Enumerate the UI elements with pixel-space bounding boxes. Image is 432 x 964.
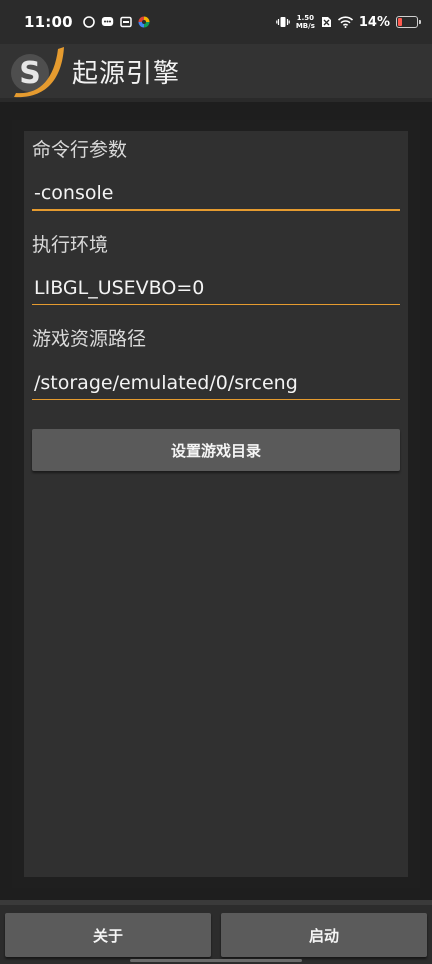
- about-button[interactable]: 关于: [5, 913, 211, 957]
- set-game-dir-button[interactable]: 设置游戏目录: [32, 429, 400, 471]
- content-outer-panel: 命令行参数 执行环境 游戏资源路径 设置游戏目录: [12, 120, 420, 888]
- wifi-icon: [337, 16, 353, 28]
- game-path-input[interactable]: [32, 366, 400, 400]
- cmd-args-label: 命令行参数: [32, 139, 128, 161]
- tray-icon: [120, 16, 132, 28]
- source-engine-logo: S: [8, 43, 66, 99]
- no-sim-icon: [321, 16, 332, 28]
- net-speed-unit: MB/s: [295, 22, 315, 30]
- status-time: 11:00: [24, 13, 73, 31]
- battery-icon: [396, 16, 421, 28]
- env-input[interactable]: [32, 271, 400, 305]
- game-path-label: 游戏资源路径: [32, 328, 147, 350]
- status-bar: 11:00 1.50 MB/s 14%: [0, 0, 432, 44]
- app-title: 起源引擎: [72, 58, 181, 89]
- battery-percent: 14%: [358, 14, 390, 30]
- vibrate-icon: [276, 16, 290, 28]
- colorwheel-icon: [138, 16, 150, 28]
- status-bar-right: 1.50 MB/s 14%: [276, 14, 421, 30]
- cmd-args-input[interactable]: [32, 177, 400, 211]
- env-label: 执行环境: [32, 234, 109, 256]
- net-speed: 1.50 MB/s: [296, 14, 315, 30]
- chat-icon: [101, 16, 114, 28]
- app-bar: S 起源引擎: [0, 44, 432, 102]
- nav-gesture-handle[interactable]: [130, 959, 302, 962]
- net-speed-value: 1.50: [296, 14, 314, 22]
- settings-form: 命令行参数 执行环境 游戏资源路径 设置游戏目录: [24, 131, 408, 877]
- bottom-bar: 关于 启动: [0, 900, 432, 964]
- launch-button[interactable]: 启动: [221, 913, 427, 957]
- swirl-icon: [82, 16, 95, 28]
- status-bar-left: 11:00: [24, 13, 150, 31]
- logo-letter: S: [19, 56, 41, 91]
